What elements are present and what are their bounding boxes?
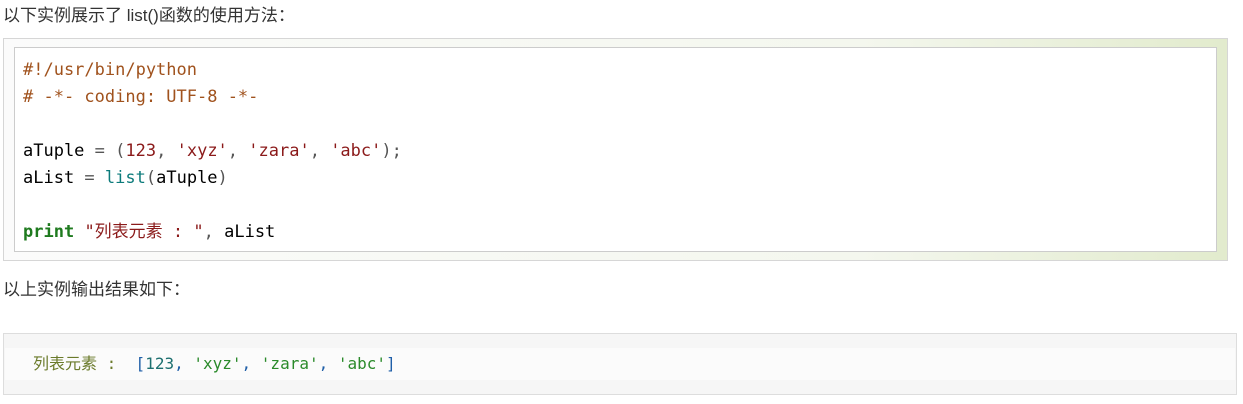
code-line: #!/usr/bin/python	[23, 57, 402, 84]
code-line: print "列表元素 : ", aList	[23, 219, 402, 246]
output-token: 'xyz'	[193, 354, 242, 373]
output-token: 'zara'	[260, 354, 319, 373]
output-token: 'abc'	[337, 354, 387, 373]
code-token: "列表元素 : "	[84, 222, 204, 242]
code-example-block: #!/usr/bin/python # -*- coding: UTF-8 -*-…	[3, 38, 1228, 261]
code-token: (	[115, 141, 126, 161]
code-line: aTuple = (123, 'xyz', 'zara', 'abc');	[23, 138, 402, 165]
code-line: # -*- coding: UTF-8 -*-	[23, 84, 402, 111]
code-token: 'xyz'	[176, 141, 228, 161]
code-listing: #!/usr/bin/python # -*- coding: UTF-8 -*-…	[23, 57, 402, 246]
code-token: list	[104, 168, 146, 188]
output-token: ,	[318, 354, 338, 373]
code-token: aTuple	[23, 141, 95, 161]
output-token: ,	[241, 354, 261, 373]
output-token: 123	[145, 354, 175, 373]
code-token: (	[145, 168, 157, 188]
code-token: 123	[125, 141, 157, 161]
code-token: )	[217, 168, 228, 188]
output-token: ,	[174, 354, 194, 373]
code-token: aList	[224, 222, 276, 242]
output-block: 列表元素 : [123, 'xyz', 'zara', 'abc']	[3, 333, 1237, 395]
output-token: ]	[386, 354, 396, 373]
code-token: ,	[309, 141, 331, 161]
code-token: 'abc'	[330, 141, 382, 161]
code-token: aList	[23, 168, 85, 188]
code-token: ,	[227, 141, 249, 161]
code-token: # -*- coding: UTF-8 -*-	[23, 87, 259, 107]
code-token: aTuple	[156, 168, 218, 188]
intro-paragraph: 以下实例展示了 list()函数的使用方法：	[3, 6, 295, 25]
code-line: aList = list(aTuple)	[23, 165, 402, 192]
output-token: 列表元素 :	[33, 354, 136, 373]
code-token: ,	[203, 222, 225, 242]
code-token: ,	[156, 141, 177, 161]
code-token: #!/usr/bin/python	[23, 60, 197, 80]
code-token: =	[94, 141, 105, 161]
code-token: 'zara'	[248, 141, 310, 161]
code-token: );	[381, 141, 402, 161]
code-example-inner: #!/usr/bin/python # -*- coding: UTF-8 -*-…	[14, 47, 1217, 252]
code-token: print	[23, 222, 75, 242]
output-line: 列表元素 : [123, 'xyz', 'zara', 'abc']	[33, 354, 396, 374]
output-token: [	[135, 354, 146, 373]
output-block-inner: 列表元素 : [123, 'xyz', 'zara', 'abc']	[5, 348, 1235, 380]
result-intro-paragraph: 以上实例输出结果如下：	[3, 280, 190, 299]
code-token: =	[84, 168, 95, 188]
